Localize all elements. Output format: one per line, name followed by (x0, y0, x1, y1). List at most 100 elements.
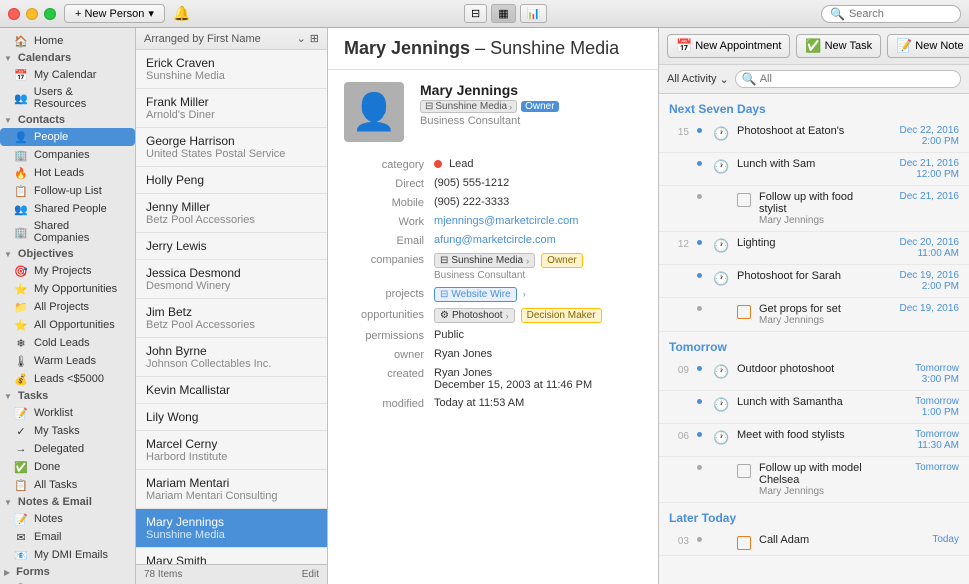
filter-icon[interactable]: ⊞ (310, 32, 319, 45)
activity-item[interactable]: 🕐 Lunch with Sam Dec 21, 2016 12:00 PM (659, 153, 969, 186)
contact-list-item[interactable]: Mary Smith Smith & Associates (136, 548, 327, 564)
contact-list-item[interactable]: Erick Craven Sunshine Media (136, 50, 327, 89)
sidebar: 🏠 Home ▼ Calendars 📅 My Calendar 👥 Users… (0, 28, 136, 584)
activity-item[interactable]: 09 🕐 Outdoor photoshoot Tomorrow 3:00 PM (659, 358, 969, 391)
notifications-icon[interactable]: 🔔 (173, 5, 190, 22)
global-search[interactable]: 🔍 (821, 5, 961, 23)
opportunity-chip[interactable]: ⚙ Photoshoot › (434, 308, 515, 323)
activity-search[interactable]: 🔍 (735, 70, 961, 88)
sidebar-item-followup[interactable]: 📋 Follow-up List (0, 182, 135, 200)
sidebar-item-my-tasks[interactable]: ✓ My Tasks (0, 422, 135, 440)
activity-date: Tomorrow 1:00 PM (879, 396, 959, 418)
activity-search-input[interactable] (760, 73, 954, 85)
contact-list-item[interactable]: Mariam Mentari Mariam Mentari Consulting (136, 470, 327, 509)
task-checkbox[interactable] (737, 536, 751, 550)
contact-list-item[interactable]: Mary Jennings Sunshine Media (136, 509, 327, 548)
direct-label: Direct (344, 177, 434, 190)
sidebar-item-all-opportunities[interactable]: ⭐ All Opportunities (0, 316, 135, 334)
contact-list-item[interactable]: Jessica Desmond Desmond Winery (136, 260, 327, 299)
sidebar-item-my-opportunities[interactable]: ⭐ My Opportunities (0, 280, 135, 298)
sidebar-group-notes-email[interactable]: ▼ Notes & Email (0, 494, 135, 510)
contact-list-item[interactable]: Holly Peng (136, 167, 327, 194)
sidebar-item-users-resources[interactable]: 👥 Users & Resources (0, 84, 135, 112)
sidebar-item-my-calendar[interactable]: 📅 My Calendar (0, 66, 135, 84)
activity-item[interactable]: Follow up with model Chelsea Mary Jennin… (659, 457, 969, 503)
sidebar-item-leads-5000[interactable]: 💰 Leads <$5000 (0, 370, 135, 388)
sidebar-item-shared-people[interactable]: 👥 Shared People (0, 200, 135, 218)
project-chip[interactable]: ⊟ Website Wire (434, 287, 517, 302)
activity-item[interactable]: 06 🕐 Meet with food stylists Tomorrow 11… (659, 424, 969, 457)
new-appointment-button[interactable]: 📅 New Appointment (667, 34, 790, 58)
sidebar-group-contacts[interactable]: ▼ Contacts (0, 112, 135, 128)
company-chip[interactable]: ⊟ Sunshine Media › (434, 253, 535, 268)
sidebar-item-companies[interactable]: 🏢 Companies (0, 146, 135, 164)
new-task-button[interactable]: ✅ New Task (796, 34, 881, 58)
sidebar-item-done[interactable]: ✅ Done (0, 458, 135, 476)
activity-item[interactable]: 🕐 Lunch with Samantha Tomorrow 1:00 PM (659, 391, 969, 424)
row-number (669, 160, 689, 180)
activity-item[interactable]: 15 🕐 Photoshoot at Eaton's Dec 22, 2016 … (659, 120, 969, 153)
row-number: 03 (669, 536, 689, 550)
sidebar-item-worklist[interactable]: 📝 Worklist (0, 404, 135, 422)
category-label: category (344, 158, 434, 171)
chart-view-button[interactable]: 📊 (520, 4, 548, 23)
contact-list-item[interactable]: Marcel Cerny Harbord Institute (136, 431, 327, 470)
task-checkbox[interactable] (737, 305, 751, 319)
activity-bullet (697, 303, 705, 326)
activity-date-line1: Dec 20, 2016 (900, 237, 960, 248)
all-projects-icon: 📁 (14, 300, 28, 314)
sort-label[interactable]: Arranged by First Name (144, 33, 293, 45)
sidebar-group-objectives[interactable]: ▼ Objectives (0, 246, 135, 262)
activity-item[interactable]: Get props for set Mary Jennings Dec 19, … (659, 298, 969, 332)
contact-org-row: ⊟ Sunshine Media › Owner (420, 100, 642, 113)
disclosure-icon: ▼ (4, 54, 12, 63)
sidebar-item-hot-leads[interactable]: 🔥 Hot Leads (0, 164, 135, 182)
sidebar-group-forms[interactable]: ▶ Forms (0, 564, 135, 580)
maximize-button[interactable] (44, 8, 56, 20)
contact-list-item[interactable]: Jenny Miller Betz Pool Accessories (136, 194, 327, 233)
sidebar-item-people[interactable]: 👤 People (0, 128, 135, 146)
sidebar-item-warm-leads[interactable]: 🌡 Warm Leads (0, 352, 135, 370)
card-view-button[interactable]: ⊟ (464, 4, 487, 23)
contact-list-item[interactable]: John Byrne Johnson Collectables Inc. (136, 338, 327, 377)
contact-list-item[interactable]: Frank Miller Arnold's Diner (136, 89, 327, 128)
contact-list-item[interactable]: Kevin Mcallistar (136, 377, 327, 404)
sidebar-group-groups[interactable]: ▶ Groups (0, 580, 135, 584)
work-email-row: Work mjennings@marketcircle.com (344, 215, 642, 228)
sidebar-item-all-tasks[interactable]: 📋 All Tasks (0, 476, 135, 494)
minimize-button[interactable] (26, 8, 38, 20)
activity-item[interactable]: 12 🕐 Lighting Dec 20, 2016 11:00 AM (659, 232, 969, 265)
direct-value: (905) 555-1212 (434, 177, 642, 189)
org-badge[interactable]: ⊟ Sunshine Media › (420, 100, 517, 113)
search-input[interactable] (849, 8, 952, 20)
sidebar-group-tasks[interactable]: ▼ Tasks (0, 388, 135, 404)
sidebar-item-notes[interactable]: 📝 Notes (0, 510, 135, 528)
sidebar-item-my-projects[interactable]: 🎯 My Projects (0, 262, 135, 280)
task-checkbox[interactable] (737, 464, 751, 478)
contact-list-item[interactable]: Jim Betz Betz Pool Accessories (136, 299, 327, 338)
close-button[interactable] (8, 8, 20, 20)
sidebar-item-cold-leads[interactable]: ❄ Cold Leads (0, 334, 135, 352)
avatar: 👤 (344, 82, 404, 142)
sidebar-item-home[interactable]: 🏠 Home (0, 32, 135, 50)
sidebar-item-shared-companies[interactable]: 🏢 Shared Companies (0, 218, 135, 246)
contact-list-item[interactable]: Lily Wong (136, 404, 327, 431)
sidebar-item-delegated[interactable]: → Delegated (0, 440, 135, 458)
list-view-button[interactable]: ▦ (491, 4, 515, 23)
contact-list-item[interactable]: George Harrison United States Postal Ser… (136, 128, 327, 167)
sidebar-item-email[interactable]: ✉ Email (0, 528, 135, 546)
activity-item[interactable]: 🕐 Photoshoot for Sarah Dec 19, 2016 2:00… (659, 265, 969, 298)
edit-label[interactable]: Edit (302, 569, 319, 580)
sidebar-item-all-projects[interactable]: 📁 All Projects (0, 298, 135, 316)
new-person-button[interactable]: + New Person ▾ (64, 4, 165, 23)
disclosure-arrow-icon: ▶ (4, 568, 10, 577)
sidebar-group-calendars[interactable]: ▼ Calendars (0, 50, 135, 66)
contact-list-item[interactable]: Jerry Lewis (136, 233, 327, 260)
new-note-button[interactable]: 📝 New Note (887, 34, 969, 58)
activity-item[interactable]: Follow up with food stylist Mary Jenning… (659, 186, 969, 232)
sidebar-item-dmi-emails[interactable]: 📧 My DMI Emails (0, 546, 135, 564)
activity-item[interactable]: 03 Call Adam Today (659, 529, 969, 556)
task-checkbox[interactable] (737, 193, 751, 207)
activity-date-line1: Tomorrow (915, 429, 959, 440)
filter-all-activity[interactable]: All Activity ⌄ (667, 73, 729, 86)
